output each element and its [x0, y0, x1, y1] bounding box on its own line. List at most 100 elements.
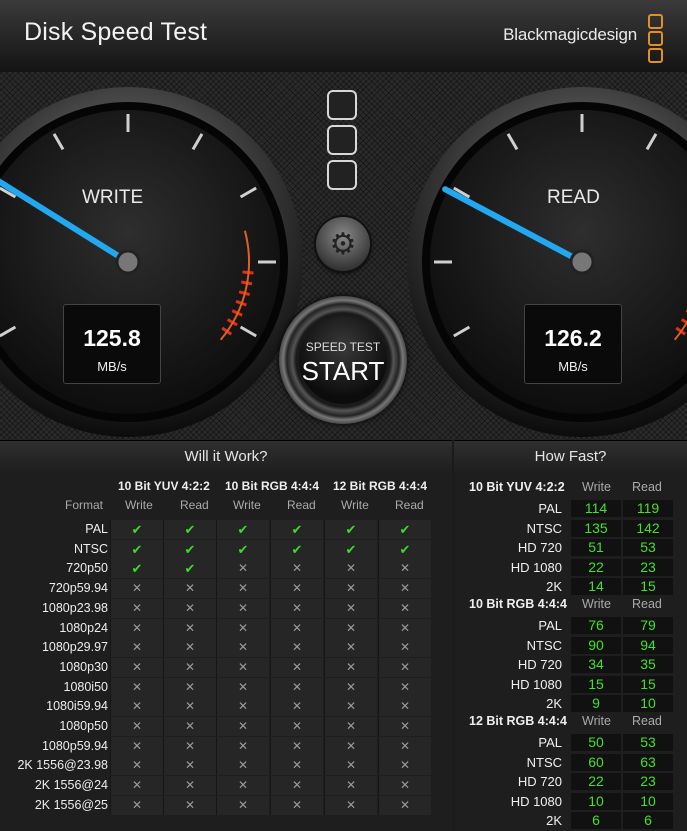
- how-fast-row: NTSC 60 63: [458, 753, 678, 772]
- how-fast-row-label: HD 1080: [510, 793, 562, 809]
- needle-hub: [569, 249, 595, 275]
- cross-icon: ✕: [270, 795, 323, 815]
- cross-icon: ✕: [324, 756, 377, 776]
- format-row: NTSC ✔ ✔ ✔ ✔ ✔ ✔: [8, 539, 436, 559]
- check-icon: ✔: [163, 539, 216, 559]
- cross-icon: ✕: [216, 598, 269, 618]
- read-speed-value: 126.2: [544, 325, 602, 351]
- cross-icon: ✕: [110, 697, 163, 717]
- how-fast-row-label: 2K: [546, 696, 562, 711]
- check-icon: ✔: [163, 520, 216, 539]
- format-label: 720p50: [66, 561, 108, 576]
- settings-button[interactable]: ⚙: [316, 217, 370, 271]
- cross-icon: ✕: [216, 697, 269, 717]
- cross-icon: ✕: [378, 697, 431, 717]
- cross-icon: ✕: [324, 598, 377, 618]
- write-gauge: [0, 87, 303, 437]
- cross-icon: ✕: [270, 598, 323, 618]
- format-row: 1080p23.98 ✕ ✕ ✕ ✕ ✕ ✕: [8, 598, 436, 618]
- how-fast-write-header: Write: [582, 597, 611, 611]
- format-label: 1080p59.94: [41, 738, 108, 753]
- how-fast-write-header: Write: [582, 714, 611, 728]
- cross-icon: ✕: [216, 677, 269, 697]
- cross-icon: ✕: [324, 559, 377, 579]
- cross-icon: ✕: [163, 697, 216, 717]
- cross-icon: ✕: [110, 579, 163, 599]
- how-fast-row: NTSC 90 94: [458, 636, 678, 655]
- how-fast-row-label: HD 1080: [510, 559, 562, 575]
- cross-icon: ✕: [216, 756, 269, 776]
- write-speed-value: 125.8: [83, 325, 141, 351]
- check-icon: ✔: [270, 539, 323, 559]
- format-row: 2K 1556@23.98 ✕ ✕ ✕ ✕ ✕ ✕: [8, 756, 436, 776]
- read-gauge: [407, 87, 687, 437]
- read-speed-unit: MB/s: [558, 359, 588, 374]
- format-label: 1080p29.97: [41, 640, 108, 655]
- start-button-label: START: [301, 356, 385, 386]
- write-fps-value: 60: [571, 753, 621, 771]
- check-icon: ✔: [324, 520, 377, 539]
- cross-icon: ✕: [324, 776, 377, 796]
- write-fps-value: 50: [571, 734, 621, 751]
- cross-icon: ✕: [216, 717, 269, 736]
- how-fast-row: PAL 50 53: [458, 733, 678, 752]
- cross-icon: ✕: [110, 795, 163, 815]
- format-label: 1080p24: [59, 620, 108, 635]
- cross-icon: ✕: [216, 559, 269, 579]
- cross-icon: ✕: [378, 736, 431, 756]
- read-fps-value: 23: [623, 773, 673, 790]
- check-icon: ✔: [378, 539, 431, 559]
- write-fps-value: 114: [571, 500, 621, 517]
- cross-icon: ✕: [163, 677, 216, 697]
- cross-icon: ✕: [378, 756, 431, 776]
- brand-logo-icon: [648, 14, 666, 63]
- sub-header-4: Read: [287, 498, 316, 512]
- cross-icon: ✕: [110, 717, 163, 736]
- how-fast-row: HD 720 34 35: [458, 655, 678, 674]
- how-fast-row: HD 1080 10 10: [458, 792, 678, 811]
- cross-icon: ✕: [270, 638, 323, 658]
- cross-icon: ✕: [216, 736, 269, 756]
- how-fast-read-header: Read: [632, 597, 662, 611]
- cross-icon: ✕: [216, 795, 269, 815]
- cross-icon: ✕: [110, 736, 163, 756]
- cross-icon: ✕: [378, 618, 431, 638]
- check-icon: ✔: [110, 559, 163, 579]
- read-fps-value: 53: [623, 734, 673, 751]
- write-fps-value: 22: [571, 773, 621, 790]
- write-fps-value: 90: [571, 636, 621, 654]
- cross-icon: ✕: [324, 697, 377, 717]
- will-it-work-title: Will it Work?: [184, 448, 268, 465]
- col-group-1: 10 Bit YUV 4:2:2: [118, 479, 210, 493]
- cross-icon: ✕: [378, 677, 431, 697]
- cross-icon: ✕: [163, 638, 216, 658]
- how-fast-row-label: NTSC: [526, 754, 562, 770]
- format-label: 1080p23.98: [41, 600, 108, 615]
- write-fps-value: 51: [571, 539, 621, 556]
- cross-icon: ✕: [163, 657, 216, 677]
- cross-icon: ✕: [163, 618, 216, 638]
- cross-icon: ✕: [270, 736, 323, 756]
- cross-icon: ✕: [110, 756, 163, 776]
- cross-icon: ✕: [163, 598, 216, 618]
- gauge-panel: WRITE READ 125.8 MB/s 126.2 MB/s ⚙ SPEED…: [0, 72, 687, 440]
- will-it-work-header: Will it Work?: [0, 440, 452, 474]
- how-fast-row-label: HD 720: [517, 540, 562, 555]
- cross-icon: ✕: [216, 618, 269, 638]
- check-icon: ✔: [110, 520, 163, 539]
- write-gauge-label: WRITE: [82, 187, 144, 208]
- write-fps-value: 6: [571, 812, 621, 829]
- read-fps-value: 35: [623, 656, 673, 673]
- sub-header-5: Write: [341, 498, 369, 512]
- read-fps-value: 10: [623, 695, 673, 712]
- cross-icon: ✕: [324, 638, 377, 658]
- check-icon: ✔: [216, 539, 269, 559]
- format-label: 720p59.94: [48, 581, 108, 596]
- col-group-2: 10 Bit RGB 4:4:4: [225, 479, 320, 493]
- format-row: 1080p59.94 ✕ ✕ ✕ ✕ ✕ ✕: [8, 736, 436, 756]
- how-fast-row-label: NTSC: [526, 637, 562, 653]
- read-fps-value: 119: [623, 500, 673, 517]
- cross-icon: ✕: [216, 579, 269, 599]
- start-button[interactable]: SPEED TEST START: [279, 296, 407, 424]
- format-label: 1080i50: [63, 679, 109, 694]
